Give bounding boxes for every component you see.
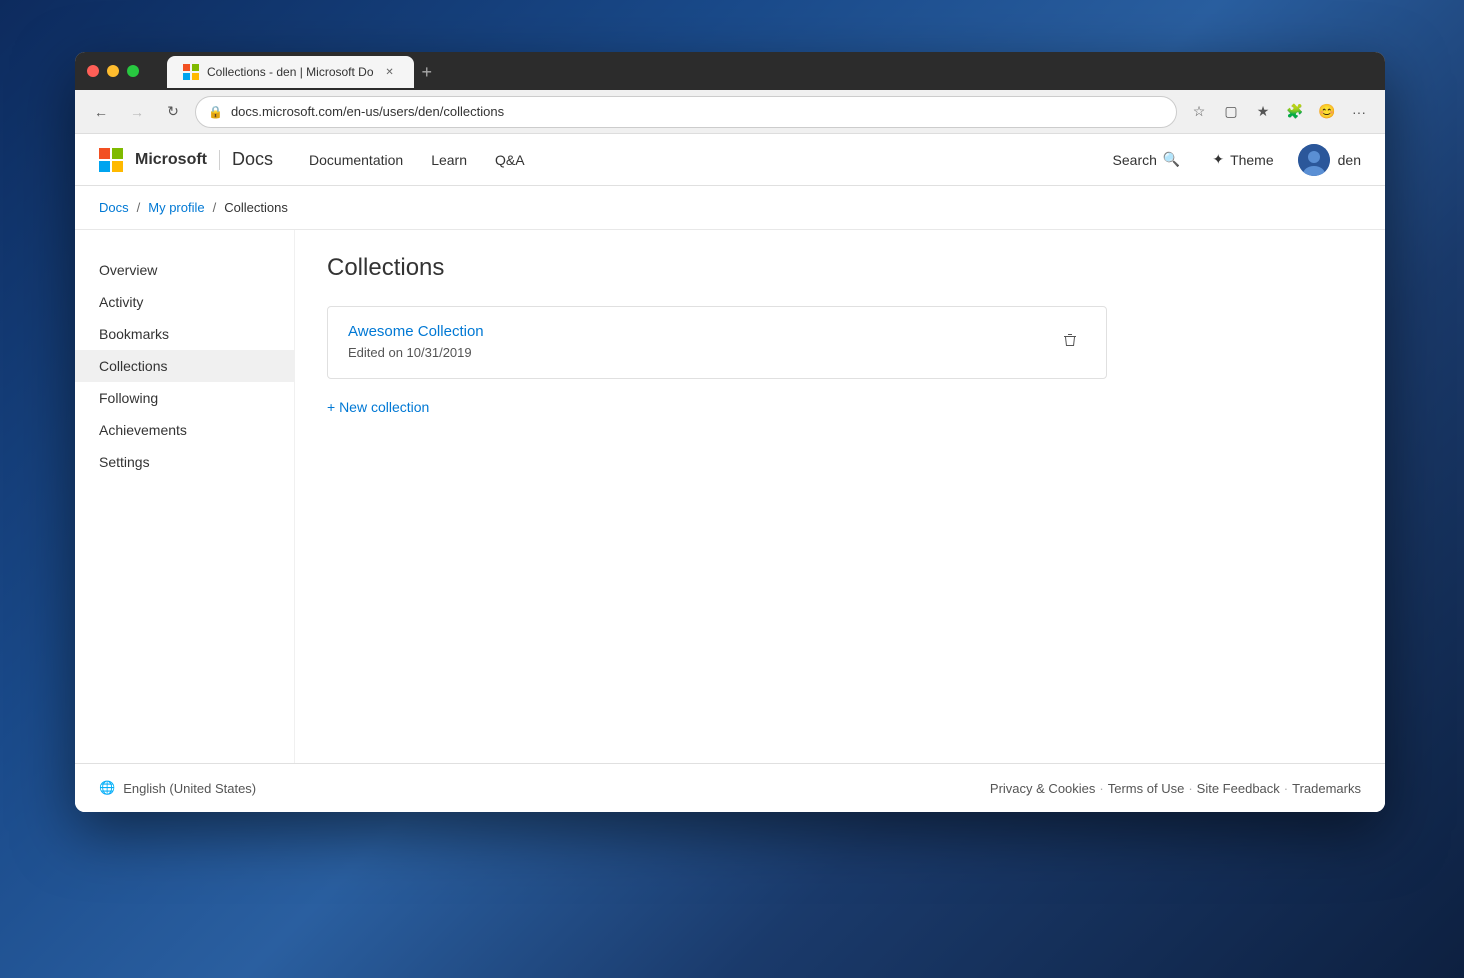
header-actions: Search 🔍 ✦ Theme den [1105, 144, 1361, 176]
tab-close-button[interactable]: ✕ [382, 64, 398, 80]
minimize-button[interactable] [107, 65, 119, 77]
footer-sep-1: · [1099, 781, 1103, 796]
collection-info: Awesome Collection Edited on 10/31/2019 [348, 323, 484, 362]
sidebar-item-achievements[interactable]: Achievements [75, 414, 294, 446]
footer-sep-3: · [1284, 781, 1288, 796]
sidebar: Overview Activity Bookmarks Collections … [75, 230, 295, 763]
lock-icon: 🔒 [208, 105, 223, 119]
avatar [1298, 144, 1330, 176]
footer-sep-2: · [1188, 781, 1192, 796]
footer-trademarks[interactable]: Trademarks [1292, 781, 1361, 796]
close-button[interactable] [87, 65, 99, 77]
sidebar-item-collections[interactable]: Collections [75, 350, 294, 382]
breadcrumb-sep-2: / [213, 200, 217, 215]
collection-card: Awesome Collection Edited on 10/31/2019 [327, 306, 1107, 379]
tab-bar: Collections - den | Microsoft Do ✕ + [147, 54, 1373, 88]
extensions-button[interactable]: 🧩 [1281, 98, 1309, 126]
tab-favicon [183, 64, 199, 80]
title-bar: Collections - den | Microsoft Do ✕ + [75, 52, 1385, 90]
sidebar-item-overview[interactable]: Overview [75, 254, 294, 286]
main-layout: Overview Activity Bookmarks Collections … [75, 230, 1385, 763]
page-title: Collections [327, 254, 1353, 282]
user-name: den [1338, 152, 1361, 168]
new-tab-button[interactable]: + [414, 56, 441, 88]
footer-terms[interactable]: Terms of Use [1108, 781, 1185, 796]
sidebar-item-settings[interactable]: Settings [75, 446, 294, 478]
microsoft-wordmark: Microsoft [135, 151, 207, 169]
breadcrumb-docs[interactable]: Docs [99, 200, 129, 215]
settings-button[interactable]: ··· [1345, 98, 1373, 126]
docs-brand[interactable]: Docs [232, 149, 273, 170]
breadcrumb-my-profile[interactable]: My profile [148, 200, 204, 215]
maximize-button[interactable] [127, 65, 139, 77]
search-icon: 🔍 [1163, 151, 1180, 168]
collections-browser-button[interactable]: ▢ [1217, 98, 1245, 126]
nav-documentation[interactable]: Documentation [297, 146, 415, 174]
logo-divider [219, 150, 220, 170]
new-collection-button[interactable]: + New collection [327, 391, 1353, 423]
favorites-button[interactable]: ☆ [1185, 98, 1213, 126]
collection-name[interactable]: Awesome Collection [348, 323, 484, 340]
site-nav: Documentation Learn Q&A [297, 146, 1081, 174]
browser-chrome: Collections - den | Microsoft Do ✕ + ← →… [75, 52, 1385, 134]
tab-title: Collections - den | Microsoft Do [207, 65, 374, 79]
profile-button[interactable]: 😊 [1313, 98, 1341, 126]
ms-logo: Microsoft Docs [99, 148, 273, 172]
microsoft-logo-icon [99, 148, 123, 172]
footer-locale: 🌐 English (United States) [99, 780, 256, 796]
avatar-image [1298, 144, 1330, 176]
footer-links: Privacy & Cookies · Terms of Use · Site … [990, 781, 1361, 796]
globe-icon: 🌐 [99, 780, 115, 796]
breadcrumb-current: Collections [224, 200, 288, 215]
refresh-button[interactable]: ↻ [159, 98, 187, 126]
toolbar-actions: ☆ ▢ ★ 🧩 😊 ··· [1185, 98, 1373, 126]
search-button[interactable]: Search 🔍 [1105, 147, 1189, 172]
nav-qa[interactable]: Q&A [483, 146, 537, 174]
site-header: Microsoft Docs Documentation Learn Q&A S… [75, 134, 1385, 186]
page-content: Microsoft Docs Documentation Learn Q&A S… [75, 134, 1385, 812]
trash-icon [1062, 332, 1078, 348]
browser-window: Collections - den | Microsoft Do ✕ + ← →… [75, 52, 1385, 812]
url-text: docs.microsoft.com/en-us/users/den/colle… [231, 104, 1164, 119]
main-content: Collections Awesome Collection Edited on… [295, 230, 1385, 763]
favorites-bar-button[interactable]: ★ [1249, 98, 1277, 126]
sidebar-item-bookmarks[interactable]: Bookmarks [75, 318, 294, 350]
theme-label: Theme [1230, 152, 1274, 168]
breadcrumb-sep-1: / [137, 200, 141, 215]
collection-date: Edited on 10/31/2019 [348, 345, 472, 360]
locale-text: English (United States) [123, 781, 256, 796]
url-domain: docs.microsoft.com [231, 104, 343, 119]
delete-collection-button[interactable] [1054, 328, 1086, 357]
forward-button[interactable]: → [123, 98, 151, 126]
theme-icon: ✦ [1212, 151, 1224, 168]
address-bar[interactable]: 🔒 docs.microsoft.com/en-us/users/den/col… [195, 96, 1177, 128]
nav-learn[interactable]: Learn [419, 146, 479, 174]
active-tab[interactable]: Collections - den | Microsoft Do ✕ [167, 56, 414, 88]
site-footer: 🌐 English (United States) Privacy & Cook… [75, 763, 1385, 812]
breadcrumb: Docs / My profile / Collections [75, 186, 1385, 230]
url-path: /en-us/users/den/collections [343, 104, 504, 119]
sidebar-item-activity[interactable]: Activity [75, 286, 294, 318]
footer-feedback[interactable]: Site Feedback [1197, 781, 1280, 796]
footer-privacy[interactable]: Privacy & Cookies [990, 781, 1095, 796]
sidebar-item-following[interactable]: Following [75, 382, 294, 414]
theme-button[interactable]: ✦ Theme [1204, 147, 1281, 172]
back-button[interactable]: ← [87, 98, 115, 126]
toolbar: ← → ↻ 🔒 docs.microsoft.com/en-us/users/d… [75, 90, 1385, 134]
search-label: Search [1113, 152, 1157, 168]
user-menu[interactable]: den [1298, 144, 1361, 176]
